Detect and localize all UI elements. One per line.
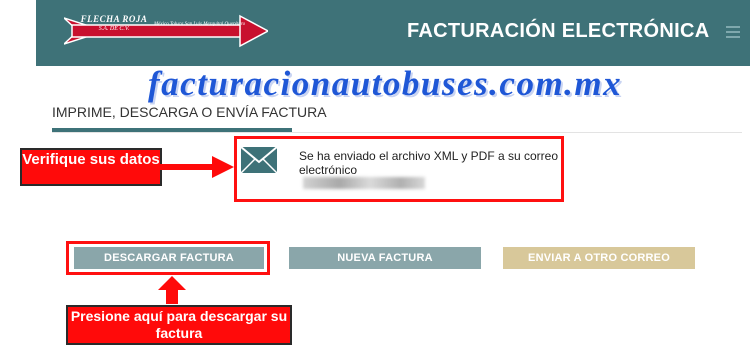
page-title: FACTURACIÓN ELECTRÓNICA — [407, 20, 710, 42]
arrow-right-icon — [160, 156, 234, 178]
app-header: FLECHA ROJA S.A. DE C.V. México Toluca S… — [36, 0, 750, 66]
flecha-roja-logo[interactable]: FLECHA ROJA S.A. DE C.V. México Toluca S… — [64, 10, 268, 52]
watermark-text: facturacionautobuses.com.mx — [148, 64, 623, 103]
envelope-icon — [241, 147, 277, 173]
notice-message: Se ha enviado el archivo XML y PDF a su … — [299, 149, 559, 177]
logo-brand-text: FLECHA ROJA — [80, 14, 148, 24]
callout-download-invoice: Presione aquí para descargar su factura — [66, 305, 292, 345]
blurred-email-address — [303, 177, 425, 189]
hamburger-menu-icon[interactable] — [726, 26, 740, 38]
logo-route-text: México Toluca San Luis Mezquital Queréta… — [154, 22, 246, 27]
email-sent-notice: Se ha enviado el archivo XML y PDF a su … — [234, 136, 564, 202]
heading-divider — [52, 132, 742, 133]
logo-brand-sub: S.A. DE C.V. — [98, 26, 130, 32]
new-invoice-button[interactable]: NUEVA FACTURA — [289, 247, 481, 269]
callout-verify-data: Verifique sus datos — [20, 148, 162, 186]
download-invoice-button[interactable]: DESCARGAR FACTURA — [74, 247, 264, 269]
send-to-other-email-button[interactable]: ENVIAR A OTRO CORREO — [503, 247, 695, 269]
section-heading: IMPRIME, DESCARGA O ENVÍA FACTURA — [52, 104, 327, 120]
arrow-up-icon — [158, 276, 186, 304]
